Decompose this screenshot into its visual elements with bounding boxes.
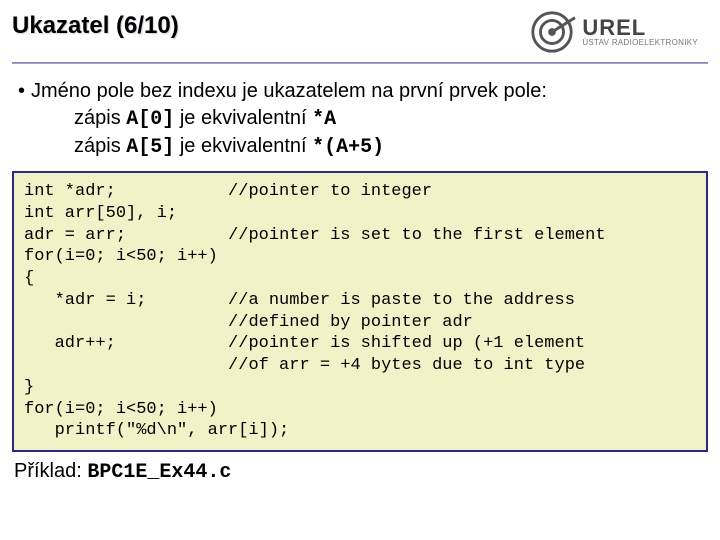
bullet-line-1: • Jméno pole bez indexu je ukazatelem na… <box>18 78 702 105</box>
logo: UREL ÚSTAV RADIOELEKTRONIKY <box>528 8 698 56</box>
code-l7: //defined by pointer adr <box>24 313 473 332</box>
logo-sub: ÚSTAV RADIOELEKTRONIKY <box>582 39 698 47</box>
urel-icon <box>528 8 576 56</box>
code-block: int *adr; //pointer to integer int arr[5… <box>12 171 708 452</box>
code-l10: } <box>24 378 34 397</box>
text-line-2: zápis A[0] je ekvivalentní *A <box>74 105 702 133</box>
code-l1: int *adr; //pointer to integer <box>24 182 432 201</box>
footer-label: Příklad: <box>14 460 87 482</box>
logo-name: UREL <box>582 17 698 39</box>
slide-header: Ukazatel (6/10) UREL ÚSTAV RADIOELEKTRON… <box>0 0 720 56</box>
slide-footer: Příklad: BPC1E_Ex44.c <box>0 452 720 484</box>
logo-text: UREL ÚSTAV RADIOELEKTRONIKY <box>582 17 698 47</box>
code-l6: *adr = i; //a number is paste to the add… <box>24 291 575 310</box>
code-l2: int arr[50], i; <box>24 204 177 223</box>
code-l9: //of arr = +4 bytes due to int type <box>24 356 585 375</box>
code-l5: { <box>24 269 34 288</box>
code-l3: adr = arr; //pointer is set to the first… <box>24 226 606 245</box>
code-l4: for(i=0; i<50; i++) <box>24 247 218 266</box>
text-line-3: zápis A[5] je ekvivalentní *(A+5) <box>74 133 702 161</box>
text-line-1: Jméno pole bez indexu je ukazatelem na p… <box>31 78 547 105</box>
footer-file: BPC1E_Ex44.c <box>87 461 231 484</box>
slide-body: • Jméno pole bez indexu je ukazatelem na… <box>0 64 720 161</box>
page-title: Ukazatel (6/10) <box>12 12 179 40</box>
code-l11: for(i=0; i<50; i++) <box>24 400 218 419</box>
code-l12: printf("%d\n", arr[i]); <box>24 421 289 440</box>
code-l8: adr++; //pointer is shifted up (+1 eleme… <box>24 334 585 353</box>
bullet: • <box>18 78 25 105</box>
